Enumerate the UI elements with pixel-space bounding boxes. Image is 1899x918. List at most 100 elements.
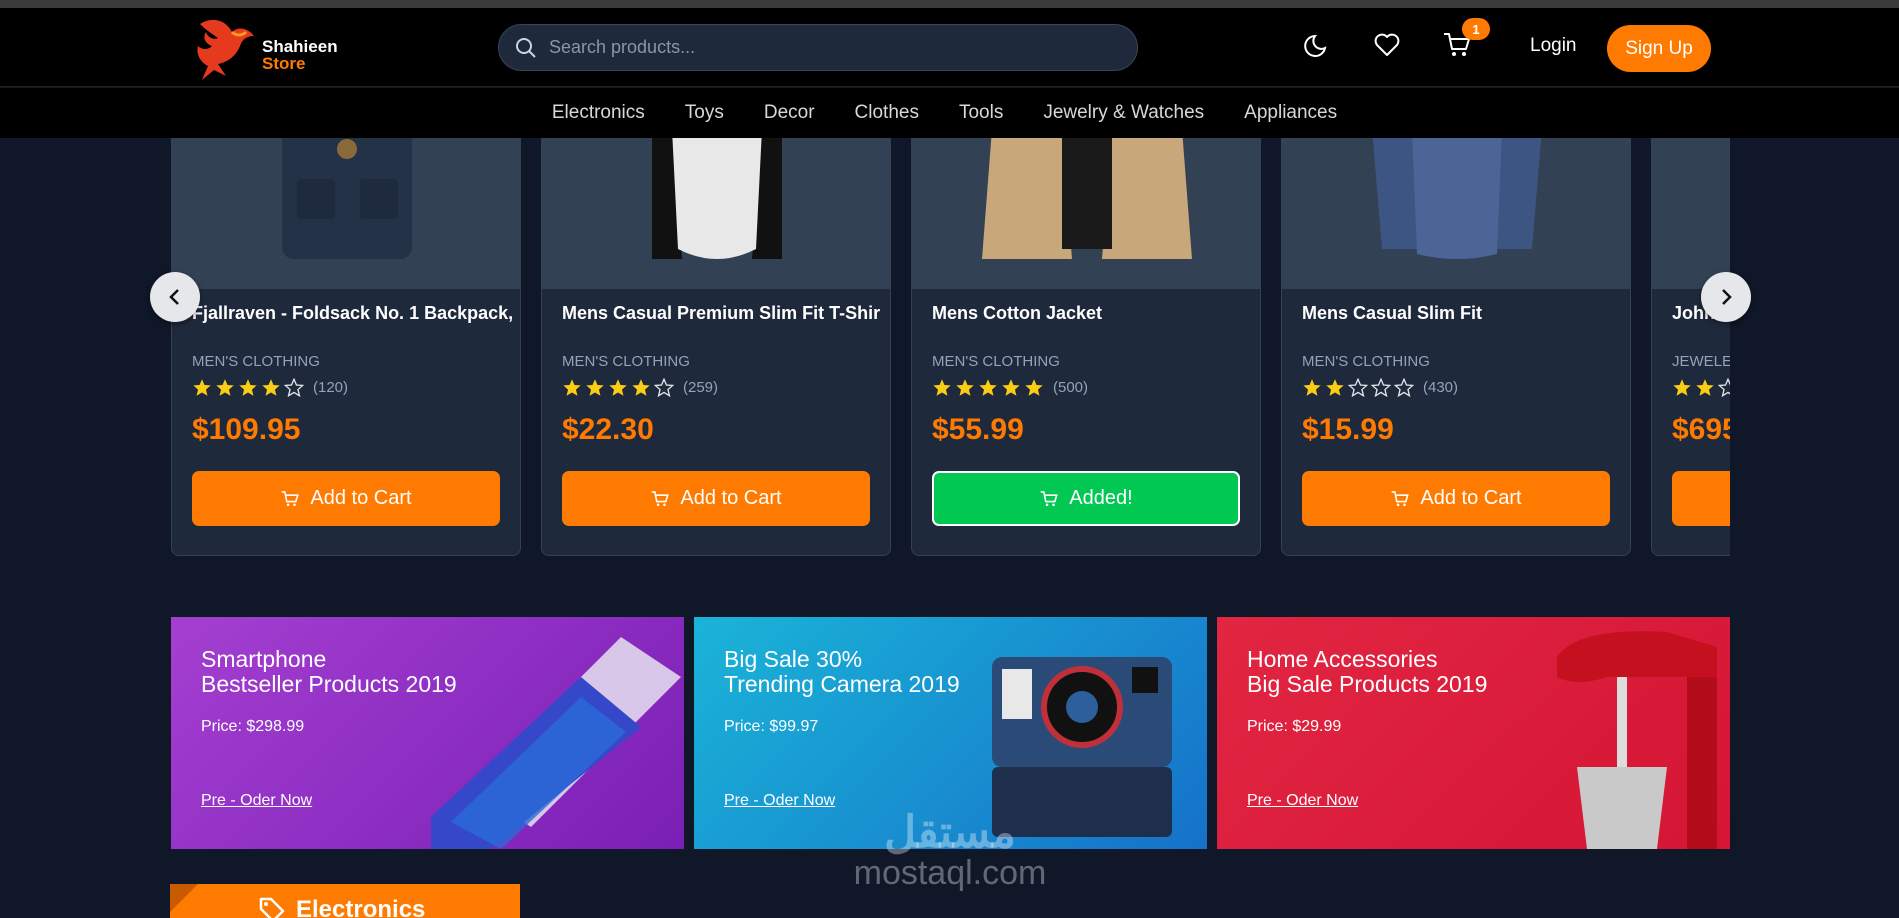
star-filled-icon	[1002, 379, 1020, 396]
rating-stars: (430)	[1302, 378, 1458, 397]
rating-count: (500)	[1053, 379, 1089, 396]
pre-order-link[interactable]: Pre - Oder Now	[201, 792, 312, 810]
carousel-next-button[interactable]	[1701, 272, 1751, 322]
section-heading-electronics: Electronics	[170, 884, 520, 918]
banner-price: Price: $29.99	[1247, 718, 1342, 735]
site-header: Shahieen Store 1 Login Sign Up	[0, 8, 1899, 87]
eagle-logo-icon	[197, 19, 254, 80]
star-filled-icon	[609, 379, 627, 396]
star-filled-icon	[193, 379, 211, 396]
nav-appliances[interactable]: Appliances	[1244, 102, 1337, 124]
nav-tools[interactable]: Tools	[959, 102, 1003, 124]
product-title[interactable]: Mens Cotton Jacket	[932, 303, 1252, 324]
nav-decor[interactable]: Decor	[764, 102, 815, 124]
banner-title: Big Sale 30% Trending Camera 2019	[724, 646, 960, 697]
product-carousel: Fjallraven - Foldsack No. 1 Backpack, ME…	[170, 138, 1730, 558]
rating-stars	[1672, 378, 1730, 397]
add-to-cart-button[interactable]: Add to Cart	[192, 471, 500, 526]
product-image	[542, 138, 890, 289]
product-image	[1652, 138, 1730, 289]
nav-electronics[interactable]: Electronics	[552, 102, 645, 124]
brand-subname: Store	[262, 54, 306, 73]
star-empty-icon	[654, 378, 674, 397]
product-card[interactable]: Mens Casual Premium Slim Fit T-Shir MEN'…	[541, 138, 891, 556]
stand-mixer-image	[1557, 631, 1717, 849]
dark-mode-toggle[interactable]	[1300, 28, 1334, 62]
signup-button[interactable]: Sign Up	[1607, 25, 1711, 72]
star-filled-icon	[563, 379, 581, 396]
cart-icon	[1040, 490, 1059, 506]
product-category: MEN'S CLOTHING	[192, 353, 320, 370]
category-nav: Electronics Toys Decor Clothes Tools Jew…	[0, 88, 1899, 138]
product-category: MEN'S CLOTHING	[1302, 353, 1430, 370]
product-price: $15.99	[1302, 413, 1394, 446]
heart-icon	[1374, 33, 1400, 56]
add-to-cart-button[interactable]	[1672, 471, 1730, 526]
star-empty-icon	[1394, 378, 1414, 397]
banner-price: Price: $298.99	[201, 718, 305, 735]
rating-stars: (259)	[562, 378, 718, 397]
rating-stars: (120)	[192, 378, 348, 397]
star-empty-icon	[1348, 378, 1368, 397]
product-price: $22.30	[562, 413, 654, 446]
star-filled-icon	[1326, 379, 1344, 396]
product-price: $109.95	[192, 413, 301, 446]
wishlist-button[interactable]	[1370, 28, 1404, 62]
rating-stars: (500)	[932, 378, 1088, 397]
cart-icon	[282, 490, 300, 506]
chevron-left-icon	[169, 289, 179, 305]
added-to-cart-button[interactable]: Added!	[932, 471, 1240, 526]
star-empty-icon	[1371, 378, 1391, 397]
product-title[interactable]: Mens Casual Slim Fit	[1302, 303, 1622, 324]
pre-order-link[interactable]: Pre - Oder Now	[724, 792, 835, 810]
product-image	[912, 138, 1260, 289]
cart-icon	[652, 490, 670, 506]
star-filled-icon	[586, 379, 604, 396]
promo-banner-smartphone[interactable]: Smartphone Bestseller Products 2019 Price…	[171, 617, 684, 849]
button-label: Add to Cart	[680, 487, 782, 509]
banner-title: Home Accessories Big Sale Products 2019	[1247, 646, 1488, 697]
pre-order-link[interactable]: Pre - Oder Now	[1247, 792, 1358, 810]
button-label: Added!	[1069, 487, 1133, 509]
search-icon	[516, 38, 536, 58]
product-image	[1282, 138, 1630, 289]
product-card[interactable]: Fjallraven - Foldsack No. 1 Backpack, ME…	[171, 138, 521, 556]
rating-count: (120)	[313, 379, 349, 396]
star-filled-icon	[1673, 379, 1691, 396]
button-label: Add to Cart	[1420, 487, 1522, 509]
nav-jewelry-watches[interactable]: Jewelry & Watches	[1043, 102, 1204, 124]
rating-count: (259)	[683, 379, 719, 396]
product-card[interactable]: John Ha JEWELER $695	[1651, 138, 1730, 556]
moon-icon	[1304, 34, 1327, 57]
product-card[interactable]: Mens Casual Slim Fit MEN'S CLOTHING (430…	[1281, 138, 1631, 556]
promo-banner-home-accessories[interactable]: Home Accessories Big Sale Products 2019 P…	[1217, 617, 1730, 849]
product-title[interactable]: Fjallraven - Foldsack No. 1 Backpack,	[192, 303, 512, 324]
brand-logo[interactable]: Shahieen Store	[192, 10, 352, 86]
product-title[interactable]: Mens Casual Premium Slim Fit T-Shir	[562, 303, 882, 324]
star-filled-icon	[632, 379, 650, 396]
star-filled-icon	[933, 379, 951, 396]
section-title: Electronics	[296, 896, 426, 918]
add-to-cart-button[interactable]: Add to Cart	[1302, 471, 1610, 526]
nav-toys[interactable]: Toys	[685, 102, 724, 124]
star-filled-icon	[979, 379, 997, 396]
banner-title: Smartphone Bestseller Products 2019	[201, 646, 457, 697]
chevron-right-icon	[1722, 289, 1732, 305]
search-input[interactable]	[549, 25, 1119, 70]
rating-count: (430)	[1423, 379, 1459, 396]
product-image	[172, 138, 520, 289]
carousel-prev-button[interactable]	[150, 272, 200, 322]
star-filled-icon	[262, 379, 280, 396]
search-bar	[498, 24, 1138, 71]
login-link[interactable]: Login	[1530, 35, 1577, 57]
tag-icon	[259, 897, 285, 918]
star-empty-icon	[284, 378, 304, 397]
product-category: MEN'S CLOTHING	[932, 353, 1060, 370]
product-card[interactable]: Mens Cotton Jacket MEN'S CLOTHING (500) …	[911, 138, 1261, 556]
star-filled-icon	[956, 379, 974, 396]
nav-clothes[interactable]: Clothes	[855, 102, 919, 124]
star-filled-icon	[216, 379, 234, 396]
star-empty-icon	[1718, 378, 1730, 397]
add-to-cart-button[interactable]: Add to Cart	[562, 471, 870, 526]
product-price: $695	[1672, 413, 1730, 446]
